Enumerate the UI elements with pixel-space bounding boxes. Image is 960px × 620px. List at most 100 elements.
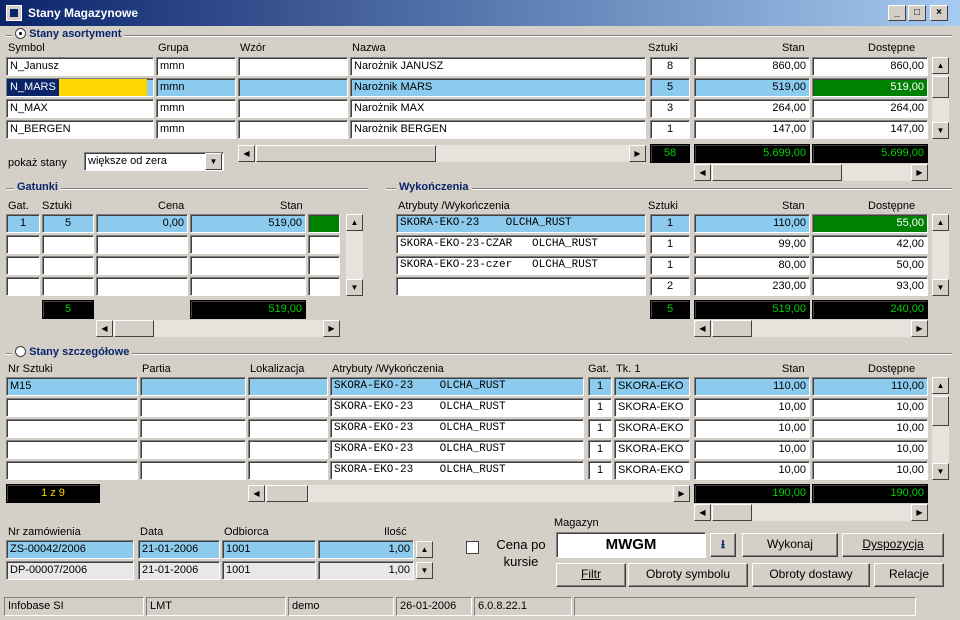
cell-dostepne[interactable]: 110,00 xyxy=(812,377,928,396)
cell-nazwa[interactable]: Narożnik MAX xyxy=(350,99,646,118)
cell-grupa[interactable]: mmn xyxy=(156,120,236,139)
filtr-button[interactable]: Filtr xyxy=(556,563,626,587)
cell-nr-zamowienia[interactable]: DP-00007/2006 xyxy=(6,561,134,580)
cell-sztuki[interactable]: 8 xyxy=(650,57,690,76)
cell-stan[interactable]: 519,00 xyxy=(190,214,306,233)
cell-empty[interactable] xyxy=(308,235,340,254)
scroll-thumb[interactable] xyxy=(114,320,154,337)
scroll-thumb[interactable] xyxy=(932,396,949,426)
cell-gat[interactable]: 1 xyxy=(588,419,612,438)
scroll-left-icon[interactable]: ◀ xyxy=(694,320,711,337)
scroll-left-icon[interactable]: ◀ xyxy=(238,145,255,162)
cell-nazwa[interactable]: Narożnik BERGEN xyxy=(350,120,646,139)
scroll-left-icon[interactable]: ◀ xyxy=(248,485,265,502)
cell-lok[interactable] xyxy=(248,419,328,438)
cell-nr[interactable] xyxy=(6,440,138,459)
cell-sztuki[interactable]: 1 xyxy=(650,235,690,254)
cell-empty[interactable] xyxy=(6,256,40,275)
cell-lok[interactable] xyxy=(248,398,328,417)
cena-po-kursie-checkbox[interactable] xyxy=(466,541,479,554)
cell-data[interactable]: 21-01-2006 xyxy=(138,540,220,559)
scroll-thumb[interactable] xyxy=(256,145,436,162)
minimize-button[interactable]: _ xyxy=(888,5,906,21)
cell-nr[interactable] xyxy=(6,398,138,417)
cell-dostepne[interactable]: 42,00 xyxy=(812,235,928,254)
cell-nr[interactable] xyxy=(6,419,138,438)
cell-symbol[interactable]: N_Janusz xyxy=(6,57,154,76)
cell-lok[interactable] xyxy=(248,440,328,459)
scroll-thumb[interactable] xyxy=(712,320,752,337)
scroll-right-icon[interactable]: ▶ xyxy=(323,320,340,337)
scroll-up-icon[interactable]: ▲ xyxy=(932,214,949,231)
cell-symbol[interactable]: N_MAX xyxy=(6,99,154,118)
cell-dostepne[interactable]: 264,00 xyxy=(812,99,928,118)
cell-empty[interactable] xyxy=(190,277,306,296)
scroll-up-icon[interactable]: ▲ xyxy=(346,214,363,231)
cell-nazwa[interactable]: Narożnik JANUSZ xyxy=(350,57,646,76)
cell-stan[interactable]: 10,00 xyxy=(694,398,810,417)
section-szczegolowe[interactable]: Stany szczegółowe xyxy=(12,346,133,358)
cell-empty[interactable] xyxy=(6,277,40,296)
cell-empty[interactable] xyxy=(42,235,94,254)
cell-dostepne[interactable]: 93,00 xyxy=(812,277,928,296)
cell-wzor[interactable] xyxy=(238,57,348,76)
scroll-right-icon[interactable]: ▶ xyxy=(911,164,928,181)
section-asort[interactable]: Stany asortyment xyxy=(12,28,125,40)
cell-odbiorca[interactable]: 1001 xyxy=(222,561,316,580)
cell-tk1[interactable]: SKORA-EKO xyxy=(614,461,690,480)
cell-stan[interactable]: 99,00 xyxy=(694,235,810,254)
cell-stan[interactable]: 264,00 xyxy=(694,99,810,118)
cell-partia[interactable] xyxy=(140,419,246,438)
scroll-left-icon[interactable]: ◀ xyxy=(694,504,711,521)
cell-stan[interactable]: 110,00 xyxy=(694,377,810,396)
cell-lok[interactable] xyxy=(248,461,328,480)
cell-partia[interactable] xyxy=(140,461,246,480)
cell-atrybuty[interactable]: SKORA-EKO-23 OLCHA_RUST xyxy=(330,398,584,417)
cell-empty[interactable] xyxy=(42,277,94,296)
cell-empty[interactable] xyxy=(308,277,340,296)
cell-dostepne[interactable]: 55,00 xyxy=(812,214,928,233)
cell-atrybuty[interactable]: SKORA-EKO-23-CZAR OLCHA_RUST xyxy=(396,235,646,254)
scroll-right-icon[interactable]: ▶ xyxy=(629,145,646,162)
dyspozycja-button[interactable]: Dyspozycja xyxy=(842,533,944,557)
cell-atrybuty[interactable]: SKORA-EKO-23 OLCHA_RUST xyxy=(330,461,584,480)
obroty-dostawy-button[interactable]: Obroty dostawy xyxy=(752,563,870,587)
cell-nr[interactable] xyxy=(6,461,138,480)
cell-empty[interactable] xyxy=(190,256,306,275)
cell-atrybuty[interactable]: SKORA-EKO-23 OLCHA_RUST xyxy=(330,419,584,438)
wykonaj-button[interactable]: Wykonaj xyxy=(742,533,838,557)
scroll-up-icon[interactable]: ▲ xyxy=(932,377,949,394)
scroll-down-icon[interactable]: ▼ xyxy=(346,279,363,296)
cell-sztuki[interactable]: 2 xyxy=(650,277,690,296)
cell-stan[interactable]: 80,00 xyxy=(694,256,810,275)
scroll-down-icon[interactable]: ▼ xyxy=(932,122,949,139)
cell-odbiorca[interactable]: 1001 xyxy=(222,540,316,559)
cell-nazwa[interactable]: Narożnik MARS xyxy=(350,78,646,97)
cell-gat[interactable]: 1 xyxy=(588,377,612,396)
cell-gat[interactable]: 1 xyxy=(6,214,40,233)
scroll-down-icon[interactable]: ▼ xyxy=(932,279,949,296)
cell-stan[interactable]: 110,00 xyxy=(694,214,810,233)
cell-gat[interactable]: 1 xyxy=(588,461,612,480)
cell-tk1[interactable]: SKORA-EKO xyxy=(614,377,690,396)
cell-stan[interactable]: 147,00 xyxy=(694,120,810,139)
scroll-thumb[interactable] xyxy=(932,76,949,98)
cell-stan[interactable]: 10,00 xyxy=(694,461,810,480)
cell-dostepne[interactable]: 10,00 xyxy=(812,419,928,438)
cell-symbol[interactable]: N_MARS xyxy=(6,78,154,97)
cell-sztuki[interactable]: 5 xyxy=(650,78,690,97)
cell-sztuki[interactable]: 1 xyxy=(650,256,690,275)
chevron-down-icon[interactable]: ▼ xyxy=(205,153,222,170)
scroll-thumb[interactable] xyxy=(712,504,752,521)
cell-grupa[interactable]: mmn xyxy=(156,78,236,97)
scroll-down-icon[interactable]: ▼ xyxy=(416,562,433,579)
obroty-symbolu-button[interactable]: Obroty symbolu xyxy=(628,563,748,587)
cell-atrybuty[interactable]: SKORA-EKO-23-czer OLCHA_RUST xyxy=(396,256,646,275)
cell-stan[interactable]: 10,00 xyxy=(694,440,810,459)
cell-empty[interactable] xyxy=(190,235,306,254)
scroll-left-icon[interactable]: ◀ xyxy=(96,320,113,337)
cell-dostepne[interactable]: 10,00 xyxy=(812,398,928,417)
cell-dostepne[interactable]: 50,00 xyxy=(812,256,928,275)
cell-dostepne[interactable]: 10,00 xyxy=(812,461,928,480)
cell-ilosc[interactable]: 1,00 xyxy=(318,561,414,580)
